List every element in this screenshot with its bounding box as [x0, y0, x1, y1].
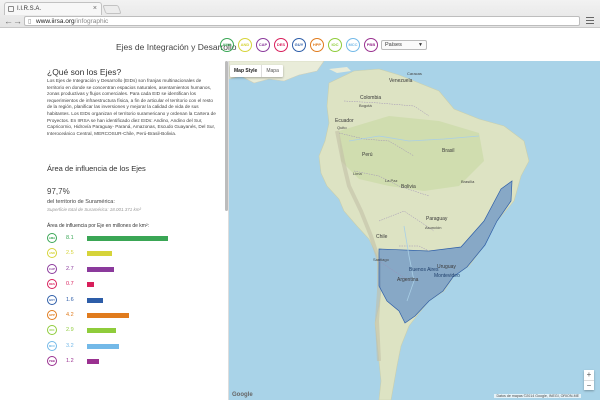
city-label-montevideo: Montevideo [434, 273, 460, 279]
bar-badge: DES [47, 279, 57, 290]
bar-fill [87, 328, 116, 334]
country-select[interactable]: Países ▼ [381, 40, 427, 50]
bar-value: 2.5 [66, 250, 74, 257]
bar-badge: GUY [47, 294, 57, 305]
bar-row-mcc[interactable]: MCC 3.2 [47, 340, 227, 351]
bar-fill [87, 282, 94, 288]
zoom-in-button[interactable]: + [584, 370, 594, 380]
country-label-chile: Chile [376, 234, 388, 240]
bar-badge: HPP [47, 310, 57, 320]
bar-fill [87, 343, 119, 349]
city-label-caracas: Caracas [407, 71, 422, 76]
page-title: Ejes de Integración y Desarrollo [116, 42, 237, 52]
url-path: /infographic [74, 18, 109, 25]
bar-row-ama[interactable]: AMA 8.1 [47, 233, 227, 243]
bar-value: 8.1 [66, 235, 74, 241]
city-label-lima: Lima [353, 171, 362, 176]
country-label-brasil: Brasil [442, 148, 455, 154]
bar-value: 2.7 [66, 265, 74, 272]
bar-badge: PBB [47, 356, 57, 367]
bar-value: 2.9 [66, 327, 74, 334]
bar-value: 3.2 [66, 342, 74, 349]
page-header: Ejes de Integración y Desarrollo AMA AND C… [0, 28, 600, 61]
bar-badge: MCC [47, 340, 57, 351]
back-arrow-icon[interactable]: ← [4, 15, 13, 27]
bar-value: 1.2 [66, 358, 74, 365]
city-label-asuncion: Asunción [425, 225, 442, 230]
bar-fill [87, 297, 103, 303]
bar-row-guy[interactable]: GUY 1.6 [47, 294, 227, 305]
eje-badge-des[interactable]: DES [274, 38, 288, 52]
url-host: www.iirsa.org [36, 18, 75, 25]
map[interactable]: Map Style Mapa Venezuela Colombia Ecuador… [229, 61, 600, 400]
bar-badge: IOC [47, 325, 57, 336]
page-icon: ▯ [28, 19, 32, 25]
bar-row-ioc[interactable]: IOC 2.9 [47, 325, 227, 336]
map-style-button[interactable]: Map Style [230, 65, 261, 77]
browser-menu-icon[interactable] [586, 17, 594, 26]
bar-fill [87, 251, 112, 257]
eje-badge-mcc[interactable]: MCC [346, 38, 360, 52]
section-body-que-son: Los Ejes de Integración y Desarrollo (EI… [47, 78, 216, 136]
map-canvas[interactable] [229, 61, 600, 400]
country-label-paraguay: Paraguay [426, 216, 448, 222]
eje-badge-guy[interactable]: GUY [292, 38, 306, 52]
eje-badge-pbb[interactable]: PBB [364, 38, 378, 52]
section-title-que-son: ¿Qué son los Ejes? [47, 67, 122, 77]
eje-badge-and[interactable]: AND [238, 38, 252, 52]
bar-value: 4.2 [66, 312, 74, 318]
bar-fill [87, 266, 114, 272]
map-type-control: Map Style Mapa [230, 65, 283, 77]
mapa-button[interactable]: Mapa [261, 65, 283, 77]
section-title-area: Área de influencia de los Ejes [47, 164, 146, 173]
bar-row-cap[interactable]: CAP 2.7 [47, 263, 227, 274]
bar-badge: AMA [47, 233, 57, 243]
bar-badge: CAP [47, 263, 57, 274]
bar-badge: AND [47, 248, 57, 259]
country-label-bolivia: Bolivia [401, 184, 416, 190]
bar-fill [87, 236, 168, 241]
bar-row-and[interactable]: AND 2.5 [47, 248, 227, 259]
bar-value: 1.6 [66, 296, 74, 303]
navigation-bar: ← → ▯ www.iirsa.org/infographic [0, 14, 600, 28]
territory-total-note: Superficie total de Suramérica: 18.001.3… [47, 207, 142, 212]
city-label-bogota: Bogotá [359, 103, 372, 108]
country-label-colombia: Colombia [360, 95, 382, 101]
country-label-argentina: Argentina [397, 277, 419, 283]
country-label-peru: Perú [362, 152, 373, 158]
country-label-ecuador: Ecuador [335, 118, 354, 124]
forward-arrow-icon[interactable]: → [13, 15, 22, 27]
territory-percent: 97,7% [47, 187, 70, 196]
eje-badge-hpp[interactable]: HPP [310, 38, 324, 52]
bars-title: Área de influencia por Eje en millones d… [47, 223, 149, 229]
bar-fill [87, 313, 129, 318]
country-label-uruguay: Uruguay [437, 264, 456, 270]
city-label-brasilia: Brasília [461, 179, 475, 184]
map-attribution: Datos de mapas ©2014 Google, INEGI, ORIO… [494, 394, 581, 398]
bar-row-des[interactable]: DES 0.7 [47, 279, 227, 290]
bar-row-pbb[interactable]: PBB 1.2 [47, 356, 227, 367]
favicon-icon [8, 6, 14, 12]
address-bar[interactable]: ▯ www.iirsa.org/infographic [24, 16, 580, 26]
new-tab-button[interactable] [102, 5, 122, 14]
eje-badge-ama[interactable]: AMA [220, 38, 234, 52]
country-select-value: Países [385, 42, 402, 48]
eje-badge-cap[interactable]: CAP [256, 38, 270, 52]
city-label-quito: Quito [337, 125, 347, 130]
info-panel: ¿Qué son los Ejes? Los Ejes de Integraci… [0, 61, 229, 400]
eje-badge-ioc[interactable]: IOC [328, 38, 342, 52]
zoom-control: + − [584, 370, 594, 390]
tab-title: I.I.R.S.A. [17, 6, 42, 12]
city-label-la-paz: La Paz [385, 178, 398, 183]
bar-value: 0.7 [66, 281, 74, 288]
google-logo: Google [232, 392, 253, 398]
zoom-out-button[interactable]: − [584, 380, 594, 390]
city-label-santiago: Santiago [373, 257, 389, 262]
bar-fill [87, 359, 99, 365]
country-label-venezuela: Venezuela [389, 78, 413, 84]
browser-chrome: I.I.R.S.A. × ← → ▯ www.iirsa.org/infogra… [0, 0, 600, 28]
territory-percent-label: del territorio de Suramérica: [47, 199, 115, 205]
chevron-down-icon: ▼ [418, 42, 423, 48]
bar-row-hpp[interactable]: HPP 4.2 [47, 310, 227, 320]
